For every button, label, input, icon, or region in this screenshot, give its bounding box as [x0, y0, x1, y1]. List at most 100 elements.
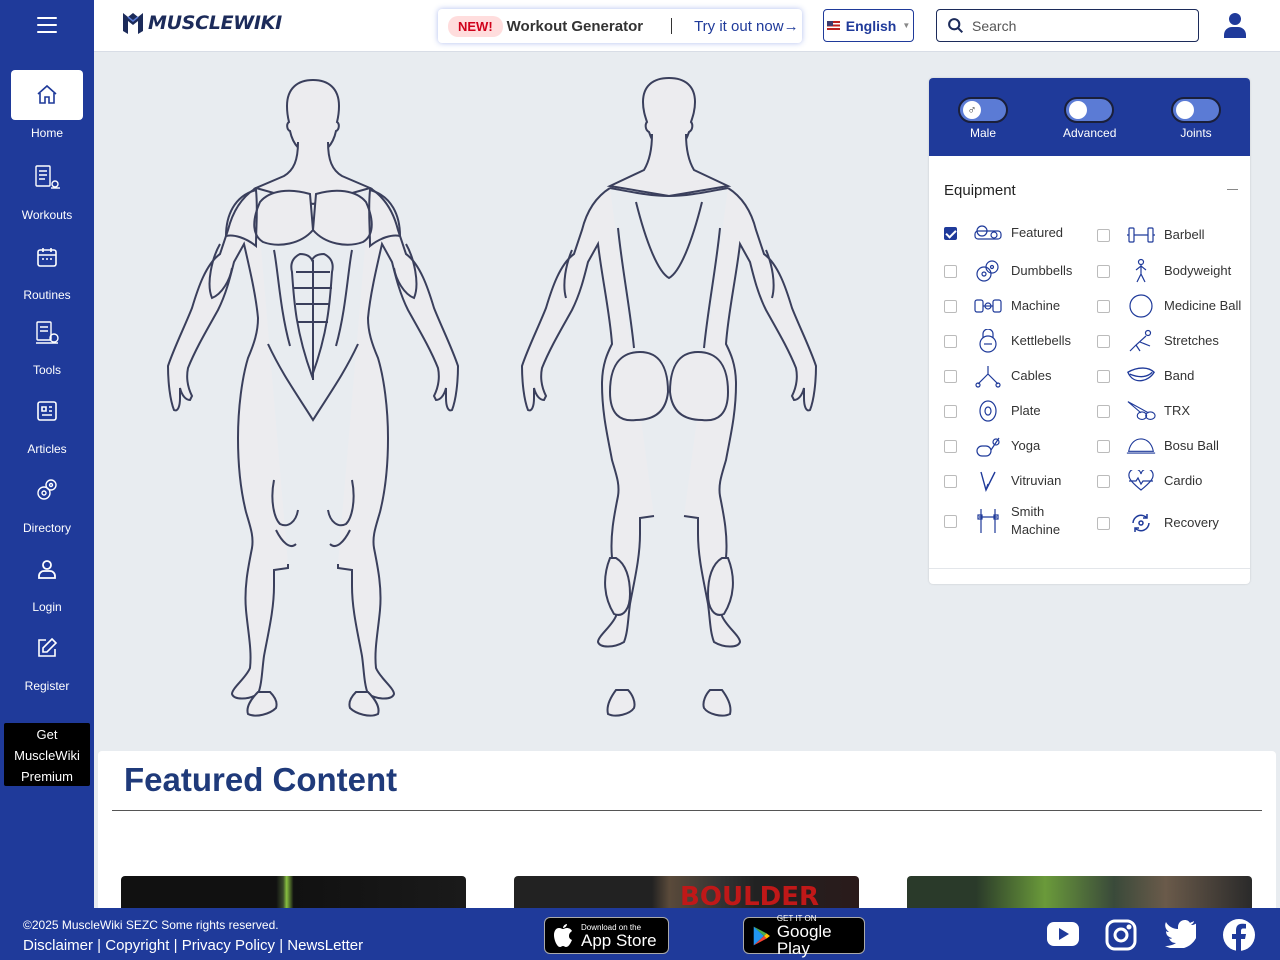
- checkbox[interactable]: [944, 264, 957, 278]
- equipment-label: Machine: [1011, 298, 1061, 313]
- checkbox[interactable]: [944, 474, 957, 488]
- trx-icon: [1126, 398, 1156, 424]
- checkbox[interactable]: [1097, 334, 1110, 348]
- link-separator: |: [93, 937, 106, 954]
- sidebar-item-register[interactable]: Register: [0, 623, 94, 693]
- equipment-bodyweight[interactable]: Bodyweight: [1097, 258, 1231, 284]
- language-select[interactable]: English ▼: [823, 9, 914, 42]
- toggle-switch[interactable]: [1171, 97, 1221, 123]
- equipment-bosu-ball[interactable]: Bosu Ball: [1097, 433, 1219, 459]
- smith-machine-icon: [973, 508, 1003, 534]
- equipment-label: Yoga: [1011, 438, 1041, 453]
- bodyweight-icon: [1126, 258, 1156, 284]
- app-store-badge[interactable]: Download on the App Store: [544, 917, 669, 954]
- sidebar-item-login[interactable]: Login: [0, 544, 94, 614]
- search-box[interactable]: [936, 9, 1199, 42]
- checkbox[interactable]: [1097, 228, 1110, 242]
- joints-toggle[interactable]: Joints: [1170, 97, 1222, 140]
- male-toggle[interactable]: ♂ Male: [957, 97, 1009, 140]
- equipment-label: Kettlebells: [1011, 333, 1071, 348]
- equipment-cables[interactable]: Cables: [944, 363, 1051, 389]
- copyright-link[interactable]: Copyright: [105, 937, 169, 954]
- equipment-vitruvian[interactable]: Vitruvian: [944, 468, 1061, 494]
- equipment-plate[interactable]: Plate: [944, 398, 1041, 424]
- checkbox[interactable]: [944, 514, 957, 528]
- checkbox[interactable]: [1097, 264, 1110, 278]
- search-icon: [948, 18, 964, 34]
- toggle-switch[interactable]: ♂: [958, 97, 1008, 123]
- sidebar-item-articles[interactable]: Articles: [0, 386, 94, 456]
- equipment-heading: Equipment: [944, 182, 1016, 199]
- collapse-icon[interactable]: [1227, 189, 1238, 190]
- checkbox[interactable]: [944, 369, 957, 383]
- search-input[interactable]: [972, 17, 1182, 34]
- advanced-toggle[interactable]: Advanced: [1063, 97, 1116, 140]
- workout-generator-banner[interactable]: NEW! Workout Generator Try it out now→: [438, 9, 802, 43]
- sidebar-item-directory[interactable]: Directory: [0, 465, 94, 535]
- checkbox[interactable]: [1097, 474, 1110, 488]
- premium-line: Get: [36, 727, 58, 742]
- sidebar-item-workouts[interactable]: Workouts: [0, 152, 94, 222]
- account-icon[interactable]: [1223, 12, 1247, 43]
- checkbox[interactable]: [944, 334, 957, 348]
- footer-links: Disclaimer | Copyright | Privacy Policy …: [23, 937, 363, 954]
- divider: [112, 810, 1262, 811]
- equipment-medicine-ball[interactable]: Medicine Ball: [1097, 293, 1241, 319]
- sidebar: Home Workouts Routines Tools Articles Di…: [0, 0, 94, 960]
- section-title: Featured Content: [124, 761, 398, 798]
- cables-icon: [973, 363, 1003, 389]
- logo-text: MUSCLEWIKI: [148, 12, 282, 34]
- sidebar-item-routines[interactable]: Routines: [0, 232, 94, 302]
- equipment-yoga[interactable]: Yoga: [944, 433, 1040, 459]
- equipment-recovery[interactable]: Recovery: [1097, 510, 1219, 536]
- google-play-badge[interactable]: GET IT ON Google Play: [743, 914, 865, 957]
- equipment-stretches[interactable]: Stretches: [1097, 328, 1219, 354]
- checkbox[interactable]: [944, 404, 957, 418]
- tools-icon: [11, 307, 83, 357]
- equipment-band[interactable]: Band: [1097, 363, 1194, 389]
- privacy-policy-link[interactable]: Privacy Policy: [182, 937, 275, 954]
- toggle-label: Male: [969, 126, 996, 140]
- facebook-icon[interactable]: [1223, 919, 1255, 956]
- sidebar-item-label: Login: [32, 600, 62, 614]
- equipment-machine[interactable]: Machine: [944, 293, 1060, 319]
- front-body-figure[interactable]: [166, 78, 460, 717]
- promo-title: Workout Generator: [506, 17, 644, 35]
- cardio-icon: [1126, 468, 1156, 494]
- get-premium-button[interactable]: Get MuscleWiki Premium: [4, 723, 90, 786]
- checkbox[interactable]: [944, 226, 957, 240]
- equipment-smith-machine[interactable]: Smith Machine: [944, 503, 1071, 539]
- equipment-label: TRX: [1164, 403, 1190, 418]
- logo-icon: [123, 13, 143, 34]
- checkbox[interactable]: [1097, 299, 1110, 313]
- muscle-body-map[interactable]: [150, 72, 880, 722]
- equipment-cardio[interactable]: Cardio: [1097, 468, 1202, 494]
- checkbox[interactable]: [944, 439, 957, 453]
- twitter-icon[interactable]: [1164, 920, 1203, 953]
- youtube-icon[interactable]: [1047, 922, 1079, 951]
- back-body-figure[interactable]: [520, 76, 818, 717]
- instagram-icon[interactable]: [1105, 919, 1137, 956]
- checkbox[interactable]: [1097, 404, 1110, 418]
- menu-icon[interactable]: [37, 17, 57, 33]
- checkbox[interactable]: [1097, 516, 1110, 530]
- checkbox[interactable]: [1097, 369, 1110, 383]
- toggle-switch[interactable]: [1064, 97, 1114, 123]
- checkbox[interactable]: [1097, 439, 1110, 453]
- equipment-featured[interactable]: Featured: [944, 220, 1063, 246]
- try-it-out-link[interactable]: Try it out now→: [694, 18, 798, 35]
- sidebar-item-home[interactable]: Home: [0, 70, 94, 140]
- equipment-barbell[interactable]: Barbell: [1097, 222, 1204, 248]
- newsletter-link[interactable]: NewsLetter: [287, 937, 363, 954]
- sidebar-item-tools[interactable]: Tools: [0, 307, 94, 377]
- sidebar-item-label: Workouts: [21, 208, 73, 222]
- site-logo[interactable]: MUSCLEWIKI: [122, 11, 282, 35]
- equipment-dumbbells[interactable]: Dumbbells: [944, 258, 1072, 284]
- checkbox[interactable]: [944, 299, 957, 313]
- equipment-kettlebells[interactable]: Kettlebells: [944, 328, 1071, 354]
- disclaimer-link[interactable]: Disclaimer: [23, 937, 93, 954]
- home-icon: [11, 70, 83, 120]
- equipment-label: Vitruvian: [1011, 473, 1062, 488]
- equipment-label: Dumbbells: [1011, 263, 1073, 278]
- equipment-trx[interactable]: TRX: [1097, 398, 1190, 424]
